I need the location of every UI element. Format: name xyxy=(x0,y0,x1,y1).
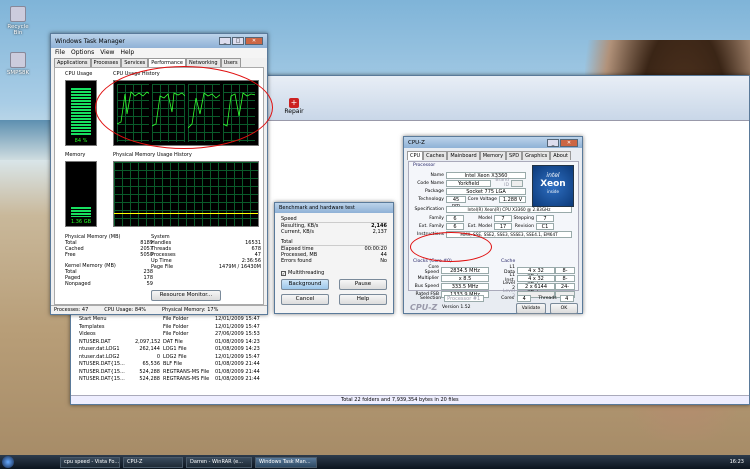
annotation-ellipse-cpu-history xyxy=(95,66,273,149)
specification-field: Intel(R) Xeon(R) CPU X3360 @ 2.83GHz xyxy=(446,206,572,213)
tab-caches[interactable]: Caches xyxy=(423,151,448,160)
taskbar: cpu speed - Vista Fo... CPU-Z Darren - W… xyxy=(0,455,750,469)
help-button[interactable]: Help xyxy=(339,294,387,305)
repair-icon: + xyxy=(289,98,299,108)
tab-about[interactable]: About xyxy=(550,151,571,160)
taskbar-item-vista-forum[interactable]: cpu speed - Vista Fo... xyxy=(60,456,120,468)
memory-history-line xyxy=(114,213,258,214)
background-button[interactable]: Background xyxy=(281,279,329,290)
file-row[interactable]: Templates File Folder 12/01/2009 15:47 xyxy=(79,324,299,332)
core-voltage-field: 1.288 V xyxy=(499,195,526,203)
cpuz-version: Version 1.52 xyxy=(442,305,471,310)
ok-button[interactable]: OK xyxy=(550,303,578,314)
memory-meter: 1.36 GB xyxy=(65,161,97,227)
memory-history-graph xyxy=(113,161,259,227)
memory-label: Memory xyxy=(65,152,86,158)
cpu-usage-value: 84 % xyxy=(74,138,88,144)
tab-services[interactable]: Services xyxy=(121,58,149,67)
taskmgr-statusbar: Processes: 47 CPU Usage: 84% Physical Me… xyxy=(51,305,267,314)
close-button[interactable]: ✕ xyxy=(245,37,263,45)
computer-icon xyxy=(10,52,26,68)
brand-id-field xyxy=(511,179,523,187)
close-button[interactable]: ✕ xyxy=(560,138,578,147)
tab-users[interactable]: Users xyxy=(220,58,241,67)
file-row[interactable]: NTUSER.DAT{15... 65,536 BLF File 01/08/2009… xyxy=(79,361,299,369)
minimize-button[interactable]: _ xyxy=(219,37,231,45)
pause-button[interactable]: Pause xyxy=(339,279,387,290)
file-row[interactable]: NTUSER.DAT{15... 524,288 REGTRANS-MS File 0… xyxy=(79,376,299,384)
taskmgr-titlebar: Windows Task Manager _ □ ✕ xyxy=(51,34,267,48)
minimize-button[interactable]: _ xyxy=(547,138,559,147)
tab-memory[interactable]: Memory xyxy=(479,151,507,160)
cpu-usage-meter: 84 % xyxy=(65,80,97,146)
taskmgr-tabs: Applications Processes Services Performa… xyxy=(51,58,267,67)
taskbar-item-cpuz[interactable]: CPU-Z xyxy=(123,456,183,468)
cpuz-window: CPU-Z _ ✕ CPU Caches Mainboard Memory SPD… xyxy=(403,136,583,314)
cpuz-logo: CPU-Z xyxy=(410,303,438,312)
file-row[interactable]: Start Menu File Folder 12/01/2009 15:47 xyxy=(79,316,299,324)
desktop-icon-smps8k[interactable]: SMPS8K xyxy=(3,52,33,76)
checkbox-checked-icon: ✓ xyxy=(281,270,286,276)
maximize-button[interactable]: □ xyxy=(232,37,244,45)
menu-help[interactable]: Help xyxy=(120,49,134,57)
multithreading-checkbox[interactable]: ✓ Multithreading xyxy=(281,270,387,276)
memory-history-label: Physical Memory Usage History xyxy=(113,152,192,158)
processor-select[interactable]: Processor #1 xyxy=(444,294,485,302)
intel-xeon-logo: intel Xeon inside xyxy=(532,165,574,207)
resource-monitor-button[interactable]: Resource Monitor... xyxy=(151,290,221,301)
benchmark-titlebar: Benchmark and hardware test xyxy=(275,203,393,213)
start-orb-icon[interactable] xyxy=(2,456,14,468)
bus-speed-field: 333.5 MHz xyxy=(441,282,489,290)
cancel-button[interactable]: Cancel xyxy=(281,294,329,305)
tab-processes[interactable]: Processes xyxy=(90,58,122,67)
cpuz-titlebar: CPU-Z _ ✕ xyxy=(404,137,582,148)
recycle-bin-icon xyxy=(10,6,26,22)
menu-options[interactable]: Options xyxy=(71,49,94,57)
memory-value: 1.36 GB xyxy=(70,219,92,225)
tab-cpu[interactable]: CPU xyxy=(407,151,424,160)
package-field: Socket 775 LGA xyxy=(446,187,526,195)
core-speed-field: 2834.5 MHz xyxy=(441,266,489,274)
tab-mainboard[interactable]: Mainboard xyxy=(447,151,480,160)
validate-button[interactable]: Validate xyxy=(516,303,546,314)
file-row[interactable]: ntuser.dat.LOG1 262,144 LOG1 File 01/08/200… xyxy=(79,346,299,354)
multiplier-field: x 8.5 xyxy=(441,274,489,282)
menu-file[interactable]: File xyxy=(55,49,65,57)
cpuz-tabs: CPU Caches Mainboard Memory SPD Graphics… xyxy=(404,151,582,160)
cpu-usage-bar xyxy=(71,88,91,136)
system-group: System Handles 16531 Threads 678 Processes… xyxy=(151,234,261,270)
desktop-icon-recycle-bin[interactable]: Recycle Bin xyxy=(3,6,33,36)
taskbar-item-task-manager[interactable]: Windows Task Man... xyxy=(255,456,317,468)
benchmark-dialog: Benchmark and hardware test Speed Result… xyxy=(274,202,394,314)
file-row[interactable]: ntuser.dat.LOG2 0 LOG2 File 12/01/2009 15:4… xyxy=(79,354,299,362)
file-row[interactable]: Videos File Folder 27/06/2009 15:53 xyxy=(79,331,299,339)
annotation-ellipse-core-speed xyxy=(410,232,492,262)
menu-view[interactable]: View xyxy=(100,49,114,57)
file-list: Start Menu File Folder 12/01/2009 15:47 Tem… xyxy=(79,316,299,384)
tab-spd[interactable]: SPD xyxy=(506,151,523,160)
tab-applications[interactable]: Applications xyxy=(54,58,91,67)
current-speed: 2,137 xyxy=(372,229,387,235)
taskmgr-menu: File Options View Help xyxy=(51,48,267,58)
tab-graphics[interactable]: Graphics xyxy=(522,151,551,160)
cpuz-panel: Processor Name Intel Xeon X3360 Code Name… xyxy=(408,161,579,299)
winrar-status: Total 22 folders and 7,939,354 bytes in … xyxy=(71,395,749,404)
repair-button[interactable]: + Repair xyxy=(283,98,305,115)
cpu-name-field: Intel Xeon X3360 xyxy=(446,171,526,179)
clock: 16:23 xyxy=(729,459,744,465)
cache-header: Cache xyxy=(501,259,516,264)
physical-memory-group: Physical Memory (MB) Total 8189 Cached 205… xyxy=(65,234,153,287)
codename-field: Yorkfield xyxy=(446,179,491,187)
cpu-usage-label: CPU Usage xyxy=(65,71,93,77)
file-row[interactable]: NTUSER.DAT 2,097,152 DAT File 01/08/2009 14… xyxy=(79,339,299,347)
taskbar-item-winrar[interactable]: Darren - WinRAR (e... xyxy=(186,456,252,468)
processor-header: Processor xyxy=(413,163,436,168)
memory-usage-bar xyxy=(71,207,91,217)
technology-field: 45 nm xyxy=(446,195,466,209)
file-row[interactable]: NTUSER.DAT{15... 524,288 REGTRANS-MS File 0… xyxy=(79,369,299,377)
